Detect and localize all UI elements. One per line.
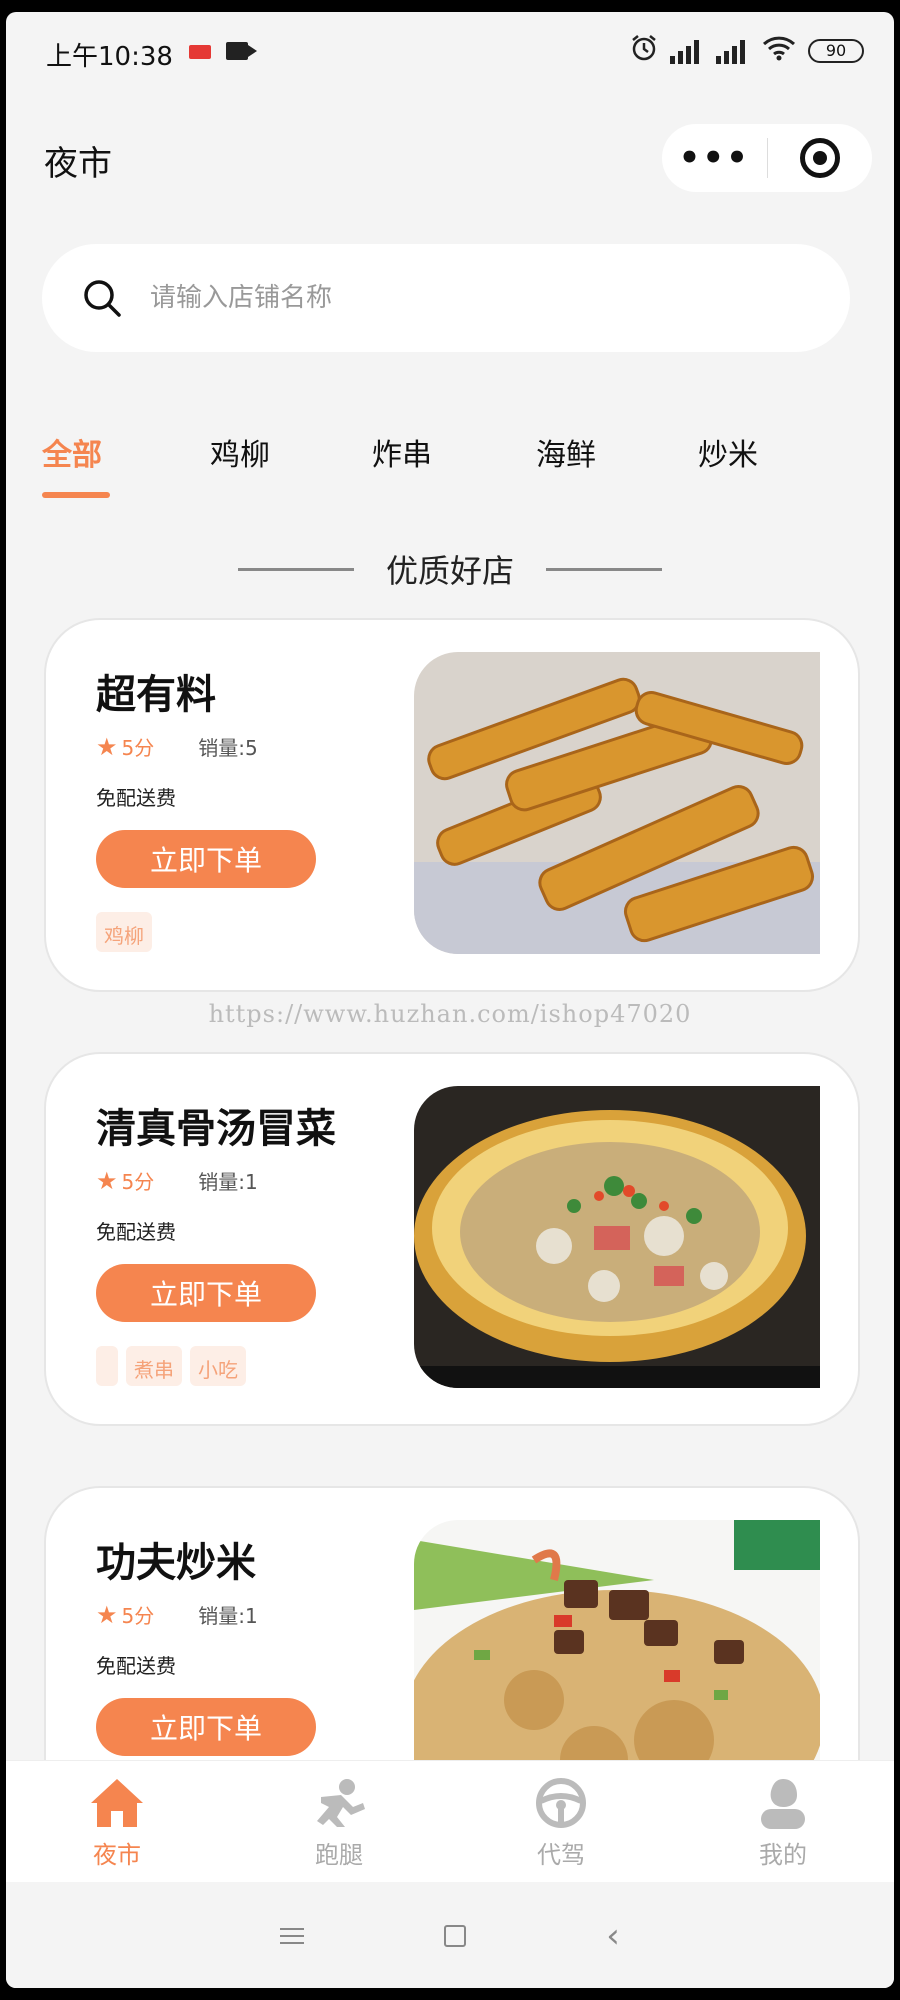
steering-wheel-icon (536, 1778, 586, 1828)
order-now-button[interactable]: 立即下单 (96, 1698, 316, 1756)
section-divider-left (238, 568, 354, 571)
tabbar-item-errand[interactable]: 跑腿 (228, 1761, 450, 1882)
signal-icon (670, 38, 704, 64)
status-bar: 上午10:38 90 (6, 12, 894, 92)
shop-name: 功夫炒米 (96, 1540, 256, 1586)
order-now-button[interactable]: 立即下单 (96, 1264, 316, 1322)
shop-name: 清真骨汤冒菜 (96, 1106, 336, 1152)
tab-fried-rice[interactable]: 炒米 (698, 430, 758, 474)
shop-name: 超有料 (96, 672, 216, 718)
recent-apps-button[interactable] (280, 1923, 305, 1949)
tabbar-item-night-market[interactable]: 夜市 (6, 1761, 228, 1882)
star-icon: ★ (96, 732, 118, 761)
shop-rating: ★ 5分 销量:5 (96, 732, 258, 761)
home-button[interactable] (444, 1925, 467, 1947)
delivery-fee: 免配送费 (96, 1220, 176, 1244)
tab-chicken-strips[interactable]: 鸡柳 (210, 430, 270, 474)
bottom-tab-bar: 夜市 跑腿 代驾 我的 (6, 1760, 894, 1882)
video-icon (226, 42, 257, 60)
search-icon (84, 280, 121, 317)
shop-tags: 鸡柳 (96, 912, 152, 952)
user-icon (761, 1779, 805, 1829)
tab-skewers[interactable]: 炸串 (372, 430, 432, 474)
shop-photo[interactable] (414, 652, 820, 954)
shop-card[interactable]: 超有料 ★ 5分 销量:5 免配送费 立即下单 鸡柳 (44, 618, 860, 992)
section-divider-right (546, 568, 662, 571)
alarm-icon (630, 34, 658, 68)
battery-icon: 90 (808, 39, 864, 63)
signal-icon (716, 38, 750, 64)
star-icon: ★ (96, 1600, 118, 1629)
shop-tags: 煮串 小吃 (96, 1346, 246, 1386)
home-icon (91, 1779, 143, 1827)
search-input[interactable] (150, 283, 750, 313)
shop-rating: ★ 5分 销量:1 (96, 1166, 258, 1195)
status-icons: 90 (630, 34, 864, 68)
tab-all[interactable]: 全部 (42, 430, 102, 474)
phone-screen: 上午10:38 90 夜市 ••• 全部 (6, 12, 894, 1988)
active-tab-indicator (42, 492, 110, 498)
shop-score: 5分 (121, 736, 155, 760)
order-now-button[interactable]: 立即下单 (96, 830, 316, 888)
shop-tag: 鸡柳 (96, 912, 152, 952)
shop-card[interactable]: 清真骨汤冒菜 ★ 5分 销量:1 免配送费 立即下单 煮串 小吃 (44, 1052, 860, 1426)
close-mini-program-button[interactable] (768, 138, 873, 178)
system-navigation-bar: ‹ (6, 1884, 894, 1988)
section-header: 优质好店 (6, 546, 894, 592)
target-icon (799, 138, 840, 178)
star-icon: ★ (96, 1166, 118, 1195)
wifi-icon (762, 35, 796, 67)
status-time: 上午10:38 (46, 42, 173, 72)
search-bar[interactable] (42, 244, 850, 352)
tabbar-label: 代驾 (537, 1841, 585, 1869)
page-title: 夜市 (44, 144, 112, 184)
shop-tag: 煮串 (126, 1346, 182, 1386)
delivery-fee: 免配送费 (96, 1654, 176, 1678)
shop-score: 5分 (121, 1604, 155, 1628)
tabbar-label: 跑腿 (315, 1841, 363, 1869)
shop-tag (96, 1346, 118, 1386)
shop-sales: 销量:1 (198, 1170, 258, 1194)
mini-program-capsule: ••• (662, 124, 872, 192)
shop-tag: 小吃 (190, 1346, 246, 1386)
tabbar-label: 我的 (759, 1841, 807, 1869)
section-title: 优质好店 (385, 552, 514, 590)
shop-sales: 销量:1 (198, 1604, 258, 1628)
runner-icon (317, 1779, 365, 1827)
tabbar-item-profile[interactable]: 我的 (672, 1761, 894, 1882)
delivery-fee: 免配送费 (96, 786, 176, 810)
tabbar-label: 夜市 (93, 1841, 141, 1869)
notification-icon (189, 45, 211, 59)
watermark-text: https://www.huzhan.com/ishop47020 (208, 1000, 692, 1028)
shop-sales: 销量:5 (198, 736, 258, 760)
back-button[interactable]: ‹ (606, 1919, 620, 1953)
more-options-button[interactable]: ••• (662, 138, 767, 178)
category-tabs: 全部 鸡柳 炸串 海鲜 炒米 (6, 430, 894, 510)
tabbar-item-designated-driver[interactable]: 代驾 (450, 1761, 672, 1882)
shop-score: 5分 (121, 1170, 155, 1194)
tab-seafood[interactable]: 海鲜 (536, 430, 596, 474)
shop-photo[interactable] (414, 1086, 820, 1388)
shop-rating: ★ 5分 销量:1 (96, 1600, 258, 1629)
nav-bar: 夜市 ••• (6, 102, 894, 202)
